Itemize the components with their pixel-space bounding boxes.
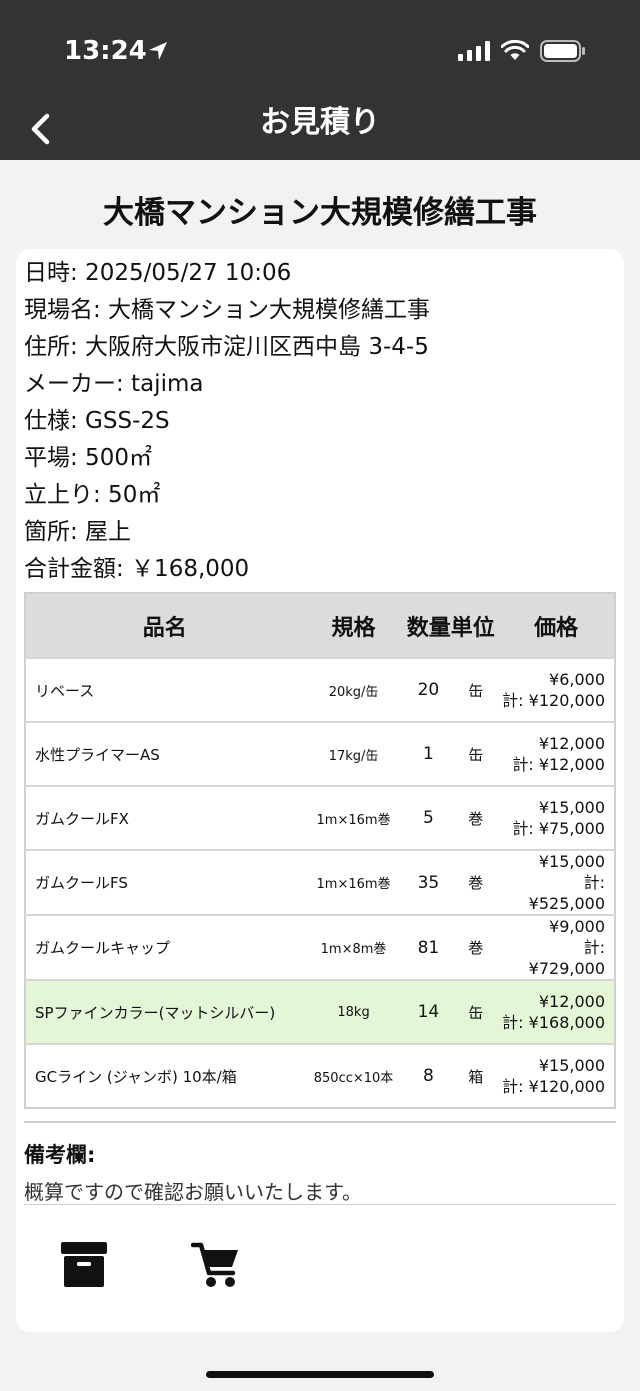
battery-icon: [540, 40, 585, 62]
divider: [24, 1121, 616, 1123]
table-row[interactable]: ガムクールFS 1m×16m巻 35 巻 ¥15,000 計: ¥525,000: [25, 849, 615, 915]
table-row[interactable]: リベース 20kg/缶 20 缶 ¥6,000 計: ¥120,000: [25, 657, 615, 722]
info-spec: 仕様: GSS-2S: [24, 408, 170, 434]
item-line-total: 計: ¥168,000: [502, 1013, 605, 1032]
info-date: 日時: 2025/05/27 10:06: [24, 260, 292, 286]
item-spec: 1m×16m巻: [303, 785, 404, 850]
item-name: GCライン (ジャンボ) 10本/箱: [25, 1043, 304, 1108]
item-qty: 81: [403, 914, 454, 980]
item-name: リベース: [25, 657, 304, 722]
item-unit-price: ¥15,000: [538, 1056, 605, 1075]
wifi-icon: [501, 39, 529, 60]
table-header: 品名 規格 数量単位 価格: [25, 593, 615, 658]
item-unit: 缶: [453, 721, 499, 786]
item-unit: 巻: [453, 849, 499, 915]
location-arrow-icon: [149, 42, 167, 60]
status-time: 13:24: [64, 36, 147, 66]
items-table: 品名 規格 数量単位 価格 リベース 20kg/缶 20 缶 ¥6,000 計: …: [24, 592, 616, 1109]
item-spec: 850cc×10本: [303, 1043, 404, 1108]
item-line-total: ¥525,000: [528, 894, 605, 913]
info-location: 箇所: 屋上: [24, 519, 132, 545]
item-qty: 5: [403, 785, 454, 850]
item-name: ガムクールFS: [25, 849, 304, 915]
item-spec: 1m×16m巻: [303, 849, 404, 915]
item-price: ¥15,000 計: ¥75,000: [498, 785, 615, 850]
info-total: 合計金額: ￥168,000: [24, 556, 250, 582]
item-spec: 20kg/缶: [303, 657, 404, 722]
item-line-total: 計: ¥12,000: [512, 755, 605, 774]
item-line-total: 計: ¥120,000: [502, 691, 605, 710]
item-line-total: 計: ¥120,000: [502, 1077, 605, 1096]
divider: [24, 1204, 616, 1205]
home-indicator: [206, 1371, 434, 1378]
header-qty-unit: 数量単位: [403, 593, 499, 658]
page-title: 大橋マンション大規模修繕工事: [103, 195, 537, 231]
info-address: 住所: 大阪府大阪市淀川区西中島 3-4-5: [24, 334, 429, 360]
table-row[interactable]: 水性プライマーAS 17kg/缶 1 缶 ¥12,000 計: ¥12,000: [25, 721, 615, 786]
item-price: ¥12,000 計: ¥12,000: [498, 721, 615, 786]
item-qty: 8: [403, 1043, 454, 1108]
table-row[interactable]: ガムクールキャップ 1m×8m巻 81 巻 ¥9,000 計: ¥729,000: [25, 914, 615, 980]
info-maker: メーカー: tajima: [24, 371, 204, 397]
item-price: ¥6,000 計: ¥120,000: [498, 657, 615, 722]
item-unit: 巻: [453, 914, 499, 980]
info-flat-area: 平場: 500㎡: [24, 445, 152, 471]
item-name: ガムクールキャップ: [25, 914, 304, 980]
header-spec: 規格: [303, 593, 404, 658]
item-name: SPファインカラー(マットシルバー): [25, 979, 304, 1044]
item-unit: 箱: [453, 1043, 499, 1108]
item-spec: 1m×8m巻: [303, 914, 404, 980]
item-line-total-label: 計:: [583, 873, 605, 892]
item-line-total: 計: ¥75,000: [512, 819, 605, 838]
info-rise-area: 立上り: 50㎡: [24, 482, 161, 508]
item-unit: 巻: [453, 785, 499, 850]
item-price: ¥15,000 計: ¥525,000: [498, 849, 615, 915]
item-unit: 缶: [453, 979, 499, 1044]
archive-icon[interactable]: [60, 1241, 108, 1289]
table-row[interactable]: GCライン (ジャンボ) 10本/箱 850cc×10本 8 箱 ¥15,000…: [25, 1043, 615, 1108]
item-qty: 14: [403, 979, 454, 1044]
table-row-highlighted[interactable]: SPファインカラー(マットシルバー) 18kg 14 缶 ¥12,000 計: ¥…: [25, 979, 615, 1044]
cellular-signal-icon: [458, 41, 490, 61]
remarks-text: 概算ですので確認お願いいたします。: [24, 1180, 362, 1204]
item-unit-price: ¥12,000: [538, 734, 605, 753]
item-line-total: ¥729,000: [528, 959, 605, 978]
nav-title: お見積り: [260, 105, 380, 140]
item-unit-price: ¥15,000: [538, 798, 605, 817]
item-line-total-label: 計:: [583, 938, 605, 957]
remarks-label: 備考欄:: [24, 1143, 96, 1167]
header-price: 価格: [498, 593, 615, 658]
item-price: ¥9,000 計: ¥729,000: [498, 914, 615, 980]
item-unit-price: ¥9,000: [549, 917, 605, 936]
item-qty: 1: [403, 721, 454, 786]
item-unit: 缶: [453, 657, 499, 722]
shopping-cart-icon[interactable]: [191, 1241, 243, 1289]
info-site: 現場名: 大橋マンション大規模修繕工事: [24, 297, 431, 323]
item-name: 水性プライマーAS: [25, 721, 304, 786]
estimate-info: 日時: 2025/05/27 10:06 現場名: 大橋マンション大規模修繕工事…: [24, 255, 430, 588]
item-name: ガムクールFX: [25, 785, 304, 850]
item-spec: 17kg/缶: [303, 721, 404, 786]
item-spec: 18kg: [303, 979, 404, 1044]
table-row[interactable]: ガムクールFX 1m×16m巻 5 巻 ¥15,000 計: ¥75,000: [25, 785, 615, 850]
item-price: ¥15,000 計: ¥120,000: [498, 1043, 615, 1108]
item-qty: 20: [403, 657, 454, 722]
item-price: ¥12,000 計: ¥168,000: [498, 979, 615, 1044]
item-unit-price: ¥6,000: [549, 670, 605, 689]
item-qty: 35: [403, 849, 454, 915]
item-unit-price: ¥12,000: [538, 992, 605, 1011]
header-name: 品名: [25, 593, 304, 658]
item-unit-price: ¥15,000: [538, 852, 605, 871]
